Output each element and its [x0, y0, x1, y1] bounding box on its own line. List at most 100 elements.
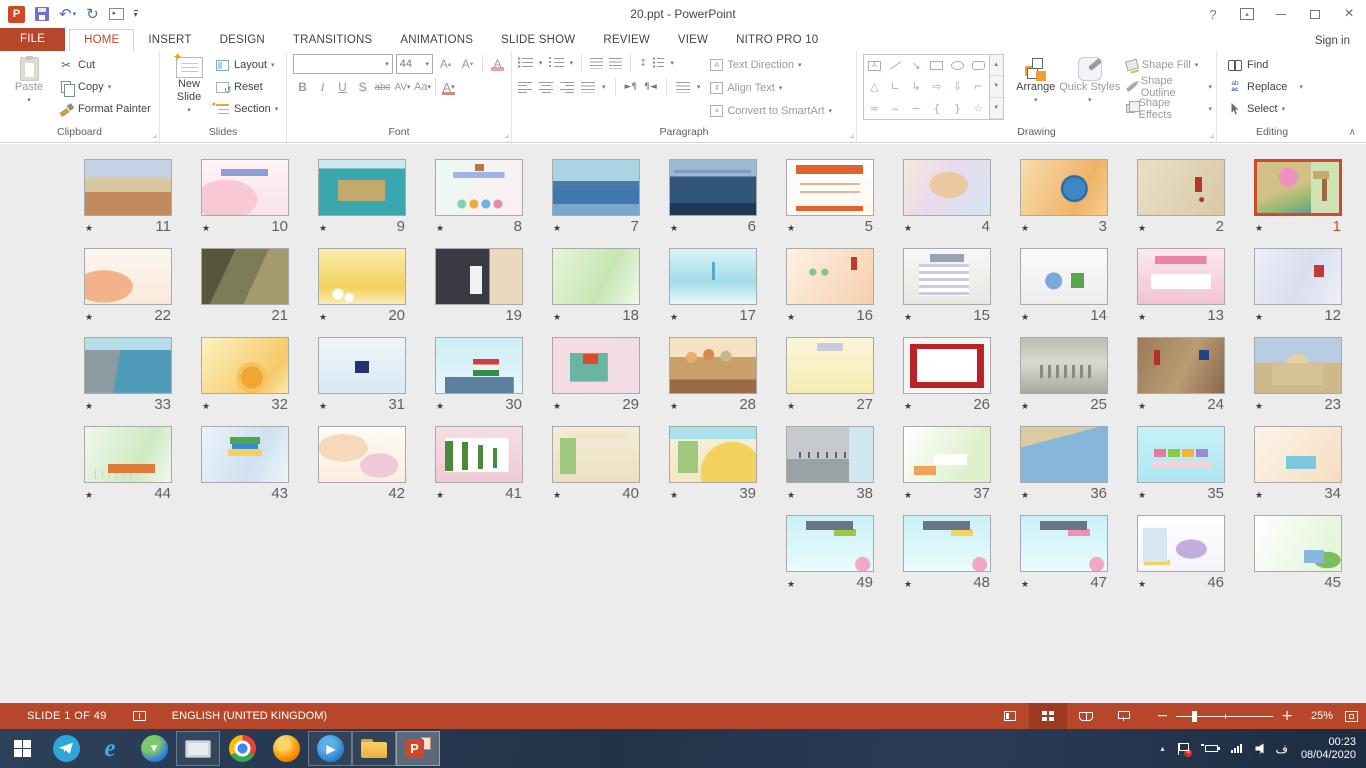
close-button[interactable]: ×: [1332, 1, 1366, 27]
peach-slide-gulf-map[interactable]: [1254, 426, 1342, 483]
green-text-slide-with-table[interactable]: [84, 426, 172, 483]
animation-star-icon[interactable]: ★: [787, 491, 795, 501]
zoom-slider-thumb[interactable]: [1192, 711, 1197, 722]
pink-floral-text-slide[interactable]: [201, 159, 289, 216]
paste-dropdown-icon[interactable]: ▾: [27, 94, 31, 107]
font-name-combo[interactable]: ▾: [293, 54, 393, 74]
slide-thumbnail-16[interactable]: ★16: [786, 248, 874, 323]
peach-slide-red-question-mark[interactable]: [786, 248, 874, 305]
slide-thumbnail-13[interactable]: ★13: [1137, 248, 1225, 323]
start-slideshow-button[interactable]: [109, 3, 124, 25]
beige-slide-red-question-mark[interactable]: [1137, 159, 1225, 216]
slide-thumbnail-11[interactable]: ★11: [84, 159, 172, 234]
shape-scribble-icon[interactable]: ≈: [870, 103, 879, 114]
slide-thumbnail-8[interactable]: ★8: [435, 159, 523, 234]
justify-button[interactable]: [581, 82, 595, 93]
bullets-button[interactable]: [518, 57, 533, 69]
slide-thumbnail-6[interactable]: ★6: [669, 159, 757, 234]
animation-star-icon[interactable]: ★: [904, 580, 912, 590]
green-soft-text-slide[interactable]: [552, 248, 640, 305]
font-name-dropdown-icon[interactable]: ▾: [385, 60, 389, 68]
animation-star-icon[interactable]: ★: [436, 224, 444, 234]
spell-check-icon[interactable]: [133, 711, 146, 721]
increase-indent-button[interactable]: [609, 58, 622, 69]
slide-thumbnail-9[interactable]: ★9: [318, 159, 406, 234]
pink-text-box-slide[interactable]: [1137, 248, 1225, 305]
slide-thumbnail-23[interactable]: ★23: [1254, 337, 1342, 412]
slide-thumbnail-49[interactable]: ★49: [786, 515, 874, 590]
shapes-scroll-down-icon[interactable]: ▼: [990, 76, 1003, 97]
shape-arc-icon[interactable]: ⌢: [892, 103, 899, 114]
minimize-button[interactable]: [1264, 1, 1298, 27]
pale-yellow-text-slide[interactable]: [786, 337, 874, 394]
soldiers-photo[interactable]: [201, 248, 289, 305]
shape-curve-icon[interactable]: ∼: [911, 103, 920, 114]
slide-thumbnail-38[interactable]: ★38: [786, 426, 874, 501]
convert-to-smartart-button[interactable]: ≡Convert to SmartArt▾: [710, 100, 832, 122]
align-left-button[interactable]: [518, 82, 532, 93]
animation-star-icon[interactable]: ★: [202, 402, 210, 412]
animation-star-icon[interactable]: ★: [670, 491, 678, 501]
powerpoint-icon[interactable]: P: [8, 3, 25, 25]
pink-slide-four-palestine-maps[interactable]: [435, 426, 523, 483]
slide-thumbnail-19[interactable]: 19: [435, 248, 523, 323]
copy-dropdown-icon[interactable]: ▾: [108, 83, 112, 91]
animation-star-icon[interactable]: ★: [319, 313, 327, 323]
slide-thumbnail-5[interactable]: ★5: [786, 159, 874, 234]
animation-star-icon[interactable]: ★: [319, 402, 327, 412]
container-port-night-photo[interactable]: [669, 159, 757, 216]
font-size-dropdown-icon[interactable]: ▾: [426, 60, 430, 68]
animation-star-icon[interactable]: ★: [904, 491, 912, 501]
slide-thumbnail-43[interactable]: 43: [201, 426, 289, 501]
slide-sorter-pane[interactable]: ★1★2★3★4★5★6★7★8★9★10★11★12★13★14★15★16★…: [0, 144, 1366, 703]
white-slide-map-panels-purple[interactable]: [1137, 515, 1225, 572]
shape-block-arrow-down-icon[interactable]: ⇩: [953, 81, 962, 92]
blue-sea-map-slide[interactable]: [1020, 426, 1108, 483]
cyan-slide-ornament-header-pink-label[interactable]: [1020, 515, 1108, 572]
slide-thumbnail-4[interactable]: ★4: [903, 159, 991, 234]
iran-flag-on-rig-photo[interactable]: [435, 337, 523, 394]
animation-star-icon[interactable]: ★: [670, 313, 678, 323]
tab-design[interactable]: DESIGN: [206, 30, 279, 51]
slide-thumbnail-30[interactable]: ★30: [435, 337, 523, 412]
paste-button[interactable]: Paste▾: [6, 54, 52, 125]
cut-button[interactable]: ✂Cut: [58, 54, 151, 76]
slide-thumbnail-26[interactable]: ★26: [903, 337, 991, 412]
animation-star-icon[interactable]: ★: [319, 224, 327, 234]
align-right-button[interactable]: [560, 82, 574, 93]
volume-button[interactable]: ): [1255, 743, 1262, 754]
animation-star-icon[interactable]: ★: [1021, 224, 1029, 234]
slide-thumbnail-12[interactable]: ★12: [1254, 248, 1342, 323]
palestine-map-yellow-slide[interactable]: [669, 426, 757, 483]
tab-insert[interactable]: INSERT: [134, 30, 205, 51]
animation-star-icon[interactable]: ★: [1021, 402, 1029, 412]
rtl-direction-button[interactable]: ¶◄: [644, 82, 657, 92]
slide-thumbnail-22[interactable]: ★22: [84, 248, 172, 323]
slide-thumbnail-7[interactable]: ★7: [552, 159, 640, 234]
white-slide-racket-green-map[interactable]: [1020, 248, 1108, 305]
font-dialog-launcher[interactable]: ⌟: [505, 131, 509, 140]
animation-star-icon[interactable]: ★: [85, 491, 93, 501]
animation-star-icon[interactable]: ★: [85, 224, 93, 234]
slide-thumbnail-21[interactable]: 21: [201, 248, 289, 323]
soldiers-with-flags-photo[interactable]: [1137, 337, 1225, 394]
slide-thumbnail-25[interactable]: ★25: [1020, 337, 1108, 412]
taskbar-file-explorer-button[interactable]: [352, 731, 396, 766]
reset-button[interactable]: Reset: [214, 76, 278, 98]
tab-slide-show[interactable]: SLIDE SHOW: [487, 30, 589, 51]
animation-star-icon[interactable]: ★: [1021, 580, 1029, 590]
cyan-text-slide[interactable]: [669, 248, 757, 305]
shape-textbox-icon[interactable]: A: [868, 61, 881, 71]
shape-elbow-icon[interactable]: ∟: [891, 81, 900, 92]
ribbon-display-options-button[interactable]: ▴: [1230, 1, 1264, 27]
clear-formatting-button[interactable]: A: [488, 54, 507, 74]
slide-thumbnail-33[interactable]: ★33: [84, 337, 172, 412]
shape-oval-icon[interactable]: [951, 61, 964, 70]
bridge-over-water-photo[interactable]: [552, 159, 640, 216]
white-slide-thick-red-border[interactable]: [903, 337, 991, 394]
sign-in-link[interactable]: Sign in: [1299, 35, 1366, 51]
character-spacing-button[interactable]: AV▾: [393, 77, 412, 97]
shape-brace-left-icon[interactable]: {: [933, 103, 940, 114]
animation-star-icon[interactable]: ★: [1138, 491, 1146, 501]
mosque-crowd-photo[interactable]: [84, 159, 172, 216]
